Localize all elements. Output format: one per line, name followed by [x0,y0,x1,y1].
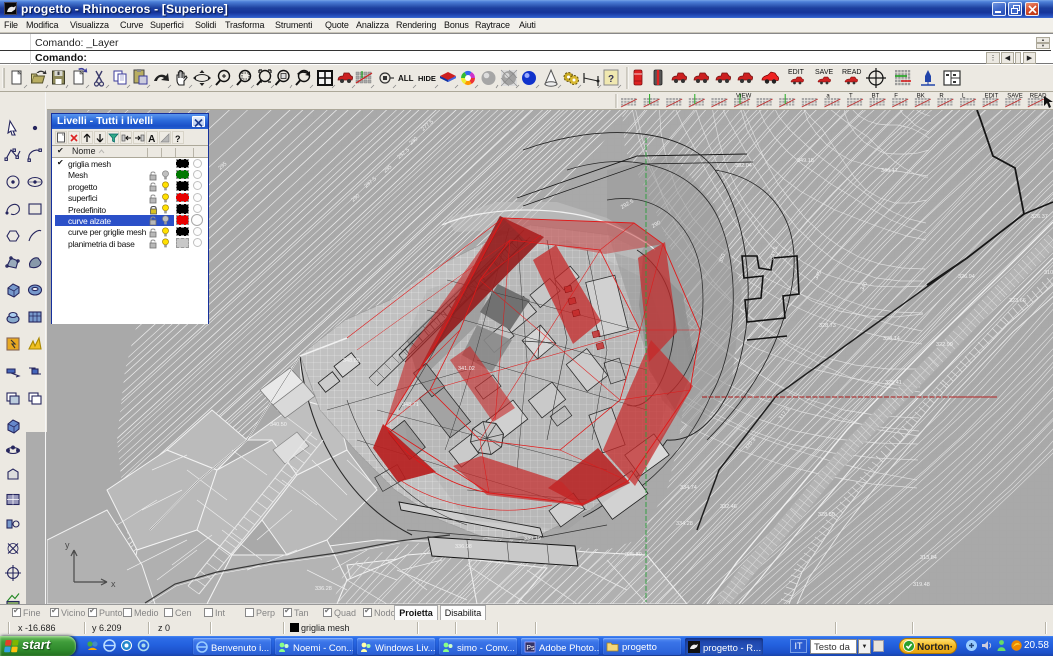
svg-text:349.18: 349.18 [797,158,814,164]
svg-text:BK: BK [917,94,925,100]
svg-text:339.19: 339.19 [524,536,541,542]
svg-text:341.02: 341.02 [458,366,475,372]
svg-text:VIEW: VIEW [736,94,752,100]
svg-text:335.89: 335.89 [625,552,642,558]
svg-text:336.98: 336.98 [455,544,472,550]
svg-text:328.14: 328.14 [883,336,900,342]
svg-text:392.04: 392.04 [735,163,752,169]
svg-text:BT: BT [872,94,880,100]
svg-text:334.74: 334.74 [680,485,697,491]
svg-text:SAVE: SAVE [1007,94,1023,100]
svg-text:313.84: 313.84 [920,555,937,561]
svg-text:F: F [894,94,898,100]
svg-text:T: T [849,94,853,100]
svg-text:319.48: 319.48 [913,582,930,588]
svg-text:READ: READ [842,69,861,76]
svg-text:323.66: 323.66 [1009,298,1026,304]
svg-text:Ps: Ps [526,645,535,652]
svg-text:310.00: 310.00 [1044,270,1053,276]
svg-text:346.17: 346.17 [881,168,898,174]
svg-text:SAVE: SAVE [815,69,833,76]
svg-text:336.28: 336.28 [315,586,332,592]
svg-text:EDIT: EDIT [788,69,805,76]
svg-text:?: ? [608,74,614,85]
svg-text:322.99: 322.99 [936,342,953,348]
svg-text:y: y [65,540,70,550]
svg-text:348.71: 348.71 [402,402,419,408]
svg-text:332.46: 332.46 [720,504,737,510]
svg-text:348.80: 348.80 [343,358,360,364]
svg-text:EDIT: EDIT [985,94,999,100]
svg-text:R: R [939,94,944,100]
svg-text:ALL: ALL [398,74,414,83]
svg-text:328.73: 328.73 [819,323,836,329]
svg-text:328.80: 328.80 [818,512,835,518]
svg-text:326.94: 326.94 [958,274,975,280]
svg-text:340.50: 340.50 [270,422,287,428]
svg-text:326.37: 326.37 [1031,214,1048,220]
svg-text:x: x [111,579,116,589]
svg-text:325.41: 325.41 [885,380,902,386]
svg-text:HIDE: HIDE [418,74,436,83]
svg-text:334.28: 334.28 [676,521,693,527]
